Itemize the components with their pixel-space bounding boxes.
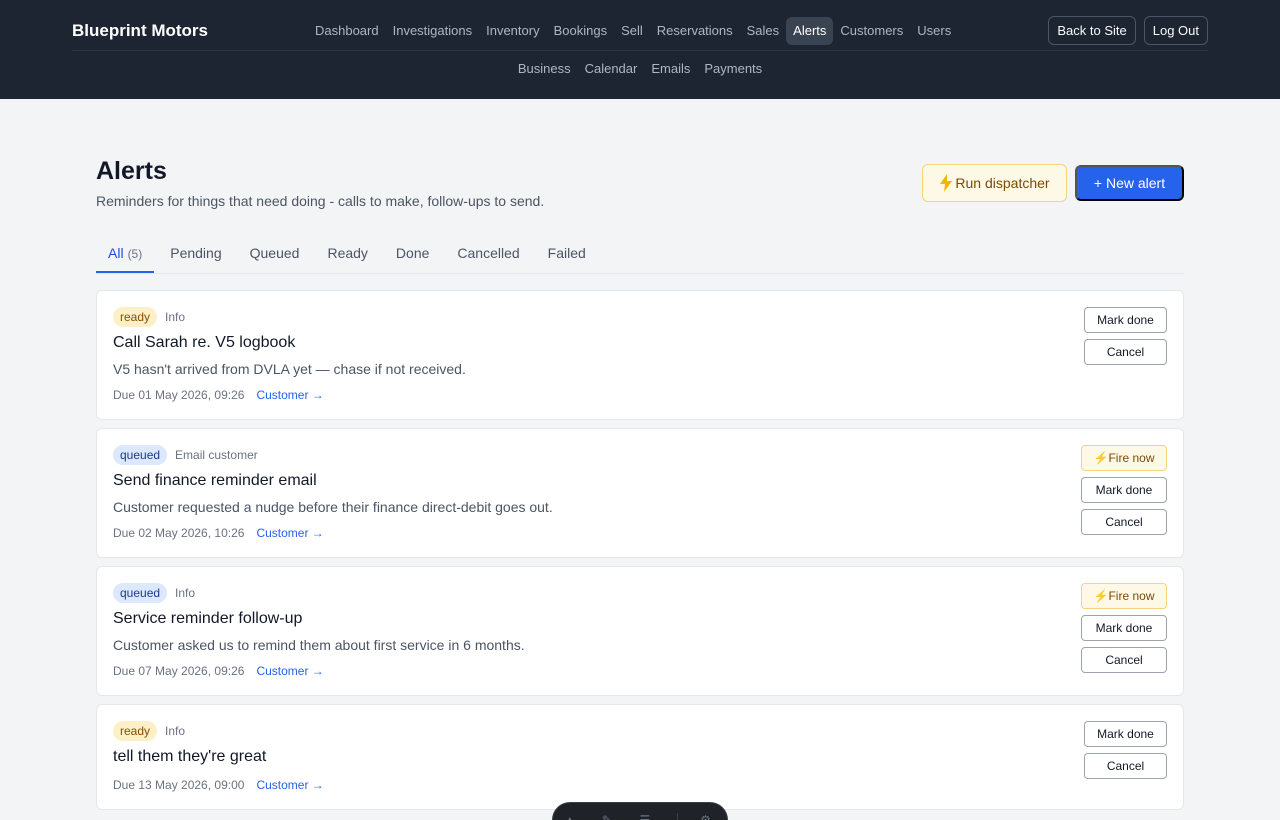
nav-reservations[interactable]: Reservations xyxy=(650,17,740,45)
back-to-site-button[interactable]: Back to Site xyxy=(1048,16,1136,45)
alert-description: Customer asked us to remind them about f… xyxy=(113,637,525,653)
status-badge: ready xyxy=(113,721,158,741)
alert-footer: Due 01 May 2026, 09:26 Customer → xyxy=(113,388,324,402)
log-out-button[interactable]: Log Out xyxy=(1143,16,1208,45)
mark-done-button[interactable]: Mark done xyxy=(1081,477,1167,503)
nav-alerts[interactable]: Alerts xyxy=(786,17,834,45)
lightning-icon: ⚡ xyxy=(1093,451,1109,465)
lightning-icon: ⚡ xyxy=(1093,589,1109,603)
nav-emails[interactable]: Emails xyxy=(644,55,697,83)
nav-inventory[interactable]: Inventory xyxy=(479,17,546,45)
alert-actions: Mark done Cancel xyxy=(1084,721,1167,779)
customer-link[interactable]: Customer → xyxy=(256,664,323,678)
alert-type: Info xyxy=(175,586,196,600)
nav-divider xyxy=(72,50,1208,51)
mark-done-button[interactable]: Mark done xyxy=(1081,615,1167,641)
tab-ready[interactable]: Ready xyxy=(315,236,379,273)
alert-type: Info xyxy=(165,310,186,324)
status-badge: queued xyxy=(113,583,168,603)
alert-footer: Due 02 May 2026, 10:26 Customer → xyxy=(113,526,324,540)
status-badge: queued xyxy=(113,445,168,465)
due-date: Due 02 May 2026, 10:26 xyxy=(113,526,245,540)
alert-footer: Due 13 May 2026, 09:00 Customer → xyxy=(113,778,324,792)
nav-bookings[interactable]: Bookings xyxy=(547,17,614,45)
toolbar-divider xyxy=(677,813,679,820)
nav-business[interactable]: Business xyxy=(511,55,578,83)
fire-now-label: Fire now xyxy=(1108,589,1155,603)
alert-description: Customer requested a nudge before their … xyxy=(113,499,553,515)
toolbar-icon[interactable]: ✎ xyxy=(602,813,618,820)
alert-title: Service reminder follow-up xyxy=(113,610,303,627)
alert-description: V5 hasn't arrived from DVLA yet — chase … xyxy=(113,361,466,377)
alert-title: Call Sarah re. V5 logbook xyxy=(113,334,296,351)
nav-users[interactable]: Users xyxy=(910,17,958,45)
alert-meta: ready Info xyxy=(113,307,185,327)
due-date: Due 13 May 2026, 09:00 xyxy=(113,778,245,792)
alert-meta: queued Email customer xyxy=(113,445,258,465)
tab-label: All xyxy=(108,245,124,261)
primary-nav: Dashboard Investigations Inventory Booki… xyxy=(308,17,958,45)
due-date: Due 07 May 2026, 09:26 xyxy=(113,664,245,678)
tab-cancelled[interactable]: Cancelled xyxy=(445,236,531,273)
tab-failed[interactable]: Failed xyxy=(536,236,598,273)
tab-done[interactable]: Done xyxy=(384,236,441,273)
alert-title: Send finance reminder email xyxy=(113,472,317,489)
customer-link[interactable]: Customer → xyxy=(256,778,323,792)
fire-now-button[interactable]: ⚡Fire now xyxy=(1081,583,1167,609)
alert-card: ready Info Call Sarah re. V5 logbook V5 … xyxy=(96,290,1184,420)
floating-toolbar[interactable]: ▲ ✎ ☰ ⚙ xyxy=(552,802,728,820)
cancel-button[interactable]: Cancel xyxy=(1081,647,1167,673)
nav-investigations[interactable]: Investigations xyxy=(386,17,480,45)
tab-count: (5) xyxy=(127,247,143,261)
tab-all[interactable]: All (5) xyxy=(96,236,155,273)
due-date: Due 01 May 2026, 09:26 xyxy=(113,388,245,402)
alert-card: ready Info tell them they're great Due 1… xyxy=(96,704,1184,810)
mark-done-button[interactable]: Mark done xyxy=(1084,307,1167,333)
fire-now-button[interactable]: ⚡Fire now xyxy=(1081,445,1167,471)
nav-calendar[interactable]: Calendar xyxy=(578,55,645,83)
page-subtitle: Reminders for things that need doing - c… xyxy=(96,193,545,209)
lightning-icon xyxy=(940,174,953,192)
alert-actions: Mark done Cancel xyxy=(1084,307,1167,365)
page-title: Alerts xyxy=(96,157,167,185)
brand-logo[interactable]: Blueprint Motors xyxy=(72,21,208,41)
alert-meta: queued Info xyxy=(113,583,195,603)
gear-icon[interactable]: ⚙ xyxy=(700,813,716,820)
menu-icon[interactable]: ☰ xyxy=(639,813,655,820)
alert-meta: ready Info xyxy=(113,721,185,741)
alert-actions: ⚡Fire now Mark done Cancel xyxy=(1081,583,1167,673)
alert-card: queued Info Service reminder follow-up C… xyxy=(96,566,1184,696)
run-dispatcher-button[interactable]: Run dispatcher xyxy=(922,164,1067,202)
run-dispatcher-label: Run dispatcher xyxy=(955,175,1050,191)
mark-done-button[interactable]: Mark done xyxy=(1084,721,1167,747)
nav-payments[interactable]: Payments xyxy=(697,55,769,83)
customer-link[interactable]: Customer → xyxy=(256,388,323,402)
cancel-button[interactable]: Cancel xyxy=(1081,509,1167,535)
nav-sell[interactable]: Sell xyxy=(614,17,650,45)
secondary-nav: Business Calendar Emails Payments xyxy=(0,55,1280,83)
nav-sales[interactable]: Sales xyxy=(740,17,787,45)
nav-customers[interactable]: Customers xyxy=(833,17,910,45)
alert-card: queued Email customer Send finance remin… xyxy=(96,428,1184,558)
new-alert-button[interactable]: + New alert xyxy=(1075,165,1184,201)
top-navigation-bar: Blueprint Motors Dashboard Investigation… xyxy=(0,0,1280,99)
customer-link[interactable]: Customer → xyxy=(256,526,323,540)
tab-pending[interactable]: Pending xyxy=(158,236,233,273)
tab-queued[interactable]: Queued xyxy=(238,236,312,273)
cancel-button[interactable]: Cancel xyxy=(1084,753,1167,779)
top-actions: Back to Site Log Out xyxy=(1048,16,1208,45)
fire-now-label: Fire now xyxy=(1108,451,1155,465)
alert-type: Info xyxy=(165,724,186,738)
toolbar-icon[interactable]: ▲ xyxy=(564,813,580,820)
alert-actions: ⚡Fire now Mark done Cancel xyxy=(1081,445,1167,535)
alert-title: tell them they're great xyxy=(113,748,267,765)
nav-dashboard[interactable]: Dashboard xyxy=(308,17,386,45)
status-tabs: All (5) Pending Queued Ready Done Cancell… xyxy=(96,236,1184,274)
alert-type: Email customer xyxy=(175,448,258,462)
cancel-button[interactable]: Cancel xyxy=(1084,339,1167,365)
status-badge: ready xyxy=(113,307,158,327)
alert-footer: Due 07 May 2026, 09:26 Customer → xyxy=(113,664,324,678)
